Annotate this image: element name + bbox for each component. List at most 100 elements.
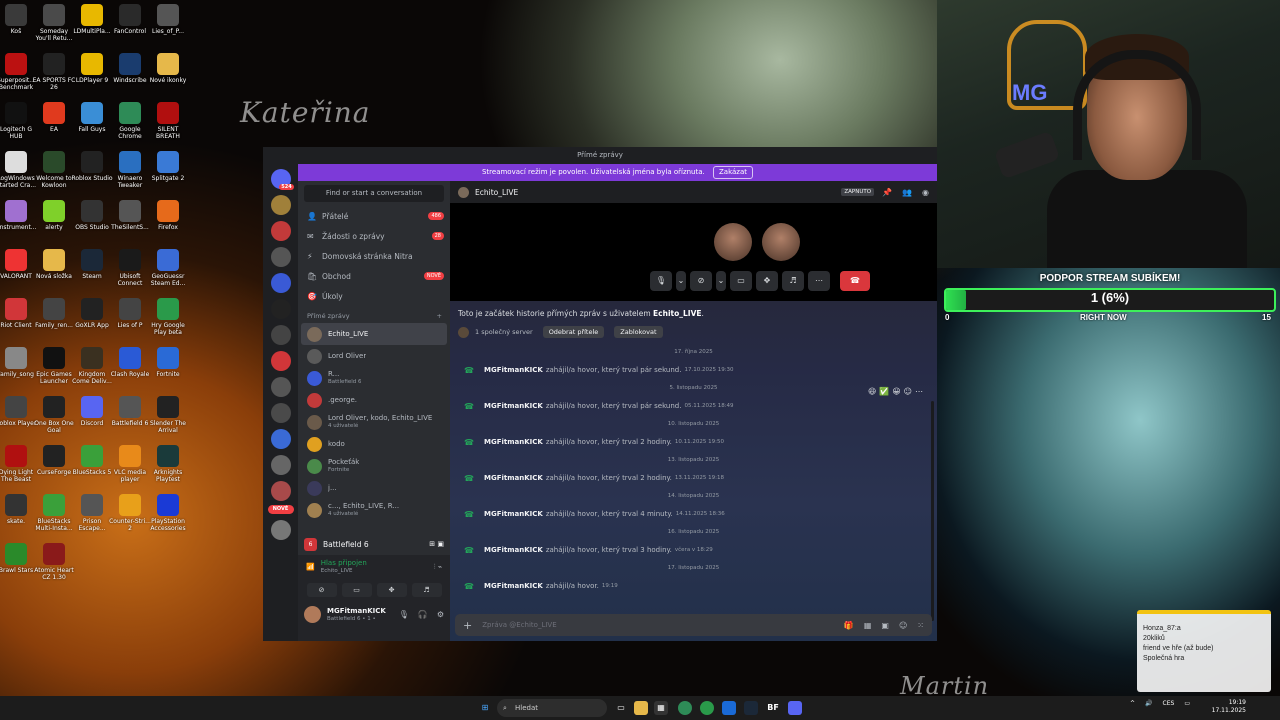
more-icon[interactable]: ⋯ (915, 387, 923, 396)
scrollbar[interactable] (931, 401, 934, 621)
call-message[interactable]: ☎ MGFitmanKICK zahájil/a hovor, který trva… (450, 466, 937, 490)
mute-button[interactable]: 🎙 (650, 271, 672, 291)
desktop-icon[interactable]: SILENT BREATH (146, 102, 190, 140)
nav-item[interactable]: 🎯 Úkoly (298, 286, 450, 306)
reaction-icon[interactable]: 😆 (868, 387, 876, 396)
add-friend-icon[interactable]: 👥 (902, 188, 912, 197)
activity-row[interactable]: 6 Battlefield 6 ⊞ ▣ (298, 533, 450, 555)
apps-icon[interactable]: ⁙ (917, 621, 924, 630)
call-message[interactable]: ☎ MGFitmanKICK zahájil/a hovor, který trva… (450, 394, 937, 418)
task-view-icon[interactable]: ▭ (614, 701, 628, 715)
nav-item[interactable]: 🛍 Obchod NOVÉ (298, 266, 450, 286)
call-participant-avatar[interactable] (762, 223, 800, 261)
headphones-icon[interactable]: 🎧 (418, 610, 428, 619)
dm-item[interactable]: .george. (301, 389, 447, 411)
server-icon[interactable] (270, 325, 291, 345)
settings-gear-icon[interactable]: ⚙ (437, 610, 444, 619)
dm-item[interactable]: Echito_LIVE (301, 323, 447, 345)
dm-item[interactable]: R... Battlefield 6 (301, 367, 447, 389)
search-input[interactable]: Find or start a conversation (304, 185, 444, 202)
desktop-icon[interactable]: Splitgate 2 (146, 151, 190, 182)
block-button[interactable]: Zablokovat (614, 326, 663, 338)
desktop-icon[interactable]: Atomic Heart CZ 1.30 (32, 543, 76, 581)
message-author[interactable]: MGFitmanKICK (484, 402, 543, 410)
remove-friend-button[interactable]: Odebrat přítele (542, 326, 605, 338)
nav-item[interactable]: ✉ Žádosti o zprávy 28 (298, 226, 450, 246)
voice-status[interactable]: Hlas připojen (321, 559, 367, 567)
message-composer[interactable]: + Zpráva @Echito_LIVE 🎁 ▦ ▣ ☺ ⁙ (455, 614, 932, 636)
emoji-icon[interactable]: ☺ (899, 621, 907, 630)
dm-item[interactable]: j... (301, 477, 447, 499)
server-icon[interactable] (270, 221, 291, 241)
camera-chevron-icon[interactable]: ⌄ (716, 271, 726, 291)
desktop-icon[interactable]: PlayStation Accessories (146, 494, 190, 532)
message-author[interactable]: MGFitmanKICK (484, 366, 543, 374)
add-dm-icon[interactable]: + (437, 312, 442, 320)
dm-item[interactable]: c..., Echito_LIVE, R... 4 uživatelé (301, 499, 447, 521)
more-options-button[interactable]: ⋯ (808, 271, 830, 291)
discord-icon[interactable] (788, 701, 802, 715)
nav-item[interactable]: ⚡ Domovská stránka Nitra (298, 246, 450, 266)
message-author[interactable]: MGFitmanKICK (484, 582, 543, 590)
message-author[interactable]: MGFitmanKICK (484, 438, 543, 446)
message-author[interactable]: MGFitmanKICK (484, 474, 543, 482)
attach-plus-icon[interactable]: + (463, 619, 472, 632)
app-icon[interactable]: BF (766, 701, 780, 715)
soundboard-button[interactable]: ♬ (411, 583, 442, 597)
dm-item[interactable]: Lord Oliver, kodo, Echito_LIVE 4 uživatel… (301, 411, 447, 433)
desktop-icon[interactable]: Nové ikonky (146, 53, 190, 84)
windows-start-icon[interactable]: ⊞ (478, 701, 492, 715)
desktop-icon[interactable]: Fortnite (146, 347, 190, 378)
server-icon[interactable] (270, 377, 291, 397)
activities-button[interactable]: ✥ (376, 583, 407, 597)
dm-item[interactable]: Lord Oliver (301, 345, 447, 367)
volume-icon[interactable]: 🔊 (1145, 700, 1152, 707)
server-icon[interactable] (270, 481, 291, 501)
app-icon[interactable] (700, 701, 714, 715)
call-message[interactable]: ☎ MGFitmanKICK zahájil/a hovor, který trva… (450, 538, 937, 562)
avatar[interactable] (304, 606, 321, 623)
desktop-icon[interactable]: Firefox (146, 200, 190, 231)
mute-chevron-icon[interactable]: ⌄ (676, 271, 686, 291)
camera-button[interactable]: ⊘ (690, 271, 712, 291)
server-icon[interactable] (270, 273, 291, 293)
pin-icon[interactable]: 📌 (882, 188, 892, 197)
disable-streamer-mode-button[interactable]: Zakázat (712, 166, 753, 179)
call-message[interactable]: ☎ MGFitmanKICK zahájil/a hovor, který trva… (450, 430, 937, 454)
server-icon[interactable] (270, 299, 291, 319)
clock[interactable]: 19:19 17.11.2025 (1212, 699, 1246, 715)
add-reaction-icon[interactable]: ☺ (904, 387, 912, 396)
nav-item[interactable]: 👤 Přátelé 486 (298, 206, 450, 226)
message-author[interactable]: MGFitmanKICK (484, 546, 543, 554)
hang-up-button[interactable]: ☎ (840, 271, 870, 291)
server-icon[interactable] (270, 403, 291, 423)
message-author[interactable]: MGFitmanKICK (484, 510, 543, 518)
server-icon[interactable] (270, 195, 291, 215)
steam-icon[interactable] (744, 701, 758, 715)
desktop-icon[interactable]: GeoGuessr Steam Ed... (146, 249, 190, 287)
call-message[interactable]: ☎ MGFitmanKICK zahájil/a hovor, který trva… (450, 358, 937, 382)
dm-item[interactable]: kodo (301, 433, 447, 455)
disconnect-icon[interactable]: ⫶ ⌁ (434, 563, 442, 572)
desktop-icon[interactable]: Slender The Arrival (146, 396, 190, 434)
sticker-icon[interactable]: ▣ (881, 621, 889, 630)
mic-icon[interactable]: 🎙 (399, 610, 409, 619)
streamer-mode-tag[interactable]: ZAPNUTO (841, 188, 875, 196)
discord-home-icon[interactable]: 524 (270, 169, 294, 190)
server-icon[interactable] (270, 247, 291, 267)
screen-share-button[interactable]: ▭ (341, 583, 372, 597)
call-message[interactable]: ☎ MGFitmanKICK zahájil/a hovor, který trva… (450, 502, 937, 526)
activities-button[interactable]: ✥ (756, 271, 778, 291)
reaction-icon[interactable]: 😀 (892, 387, 900, 396)
mutual-servers[interactable]: 1 společný server (475, 328, 533, 336)
app-icon[interactable] (722, 701, 736, 715)
composer-input[interactable]: Zpráva @Echito_LIVE (482, 621, 556, 629)
tray-chevron-icon[interactable]: ^ (1130, 700, 1135, 707)
call-message[interactable]: ☎ MGFitmanKICK zahájil/a hovor. 19:19 (450, 574, 937, 598)
file-explorer-icon[interactable] (634, 701, 648, 715)
controller-icon[interactable]: ⊞ ▣ (429, 540, 444, 548)
desktop-icon[interactable]: Lies_of_P... (146, 4, 190, 35)
gif-icon[interactable]: ▦ (864, 621, 872, 630)
language-indicator[interactable]: CES (1163, 700, 1175, 707)
chrome-icon[interactable] (678, 701, 692, 715)
